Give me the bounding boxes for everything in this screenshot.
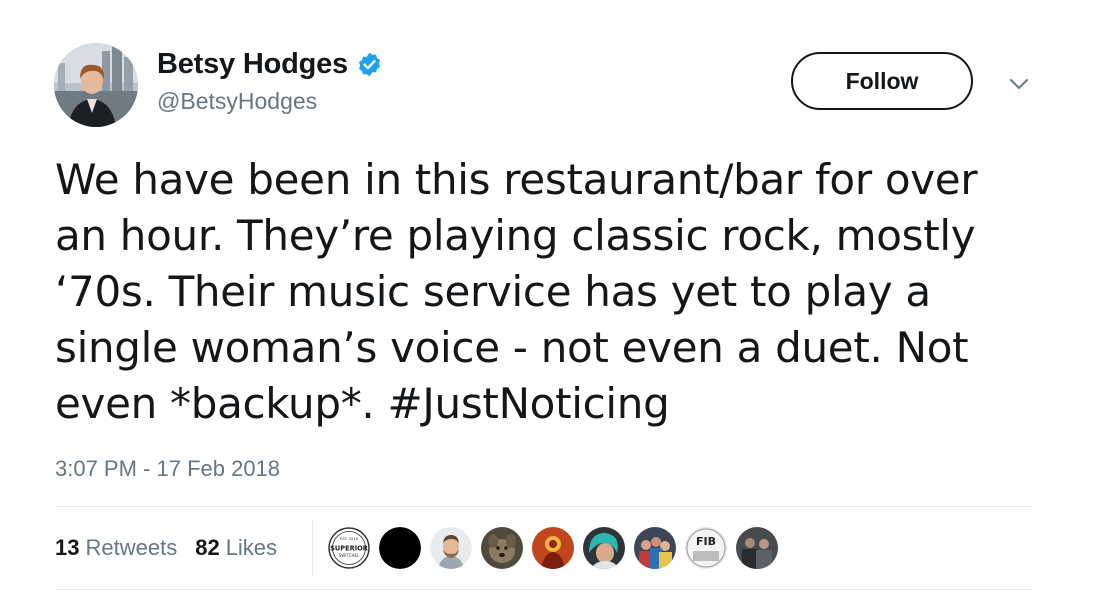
author-handle[interactable]: @BetsyHodges [157, 88, 317, 115]
group-photo-avatar-icon[interactable] [634, 527, 676, 569]
teal-hair-avatar-icon[interactable] [583, 527, 625, 569]
tweet-text: We have been in this restaurant/bar for … [55, 152, 1045, 432]
hashtag-link[interactable]: #JustNoticing [388, 379, 670, 428]
superior-badge-sub: SWITCHEL [339, 553, 360, 558]
likes-stat[interactable]: 82 Likes [195, 535, 277, 561]
tweet-text-last-line: even *backup*. #JustNoticing [55, 376, 1045, 432]
tweet-text-line: ‘70s. Their music service has yet to pla… [55, 267, 931, 316]
superior-badge-main: SUPERIOR [330, 545, 368, 553]
follow-button[interactable]: Follow [791, 52, 973, 110]
superior-badge-top: EST. 2016 [340, 537, 358, 541]
retweets-stat[interactable]: 13 Retweets [55, 535, 177, 561]
tweet-text-line: single woman’s voice - not even a duet. … [55, 323, 969, 372]
tweet-timestamp[interactable]: 3:07 PM - 17 Feb 2018 [55, 456, 280, 482]
divider [55, 506, 1033, 507]
retweets-count: 13 [55, 535, 80, 560]
man-photo-avatar-icon[interactable] [430, 527, 472, 569]
fib-badge-main: FIB [696, 535, 716, 548]
dog-photo-avatar-icon[interactable] [481, 527, 523, 569]
orange-art-avatar-icon[interactable] [532, 527, 574, 569]
tweet-stats: 13 Retweets 82 Likes [55, 535, 277, 561]
liker-avatars: EST. 2016 SUPERIOR SWITCHEL FIB [328, 527, 778, 569]
dark-photo-avatar-icon[interactable] [736, 527, 778, 569]
divider [55, 589, 1033, 590]
author-avatar[interactable] [54, 43, 138, 127]
likes-count: 82 [195, 535, 220, 560]
more-options-button[interactable] [1004, 70, 1034, 98]
retweets-label: Retweets [85, 535, 178, 560]
black-circle-avatar-icon[interactable] [379, 527, 421, 569]
likes-label: Likes [225, 535, 278, 560]
tweet-text-line: We have been in this restaurant/bar for … [55, 155, 978, 204]
stats-divider [312, 520, 313, 576]
author-name-row[interactable]: Betsy Hodges [157, 48, 383, 81]
tweet-text-line: even *backup*. [55, 379, 388, 428]
author-display-name[interactable]: Betsy Hodges [157, 48, 348, 81]
author-photo [54, 43, 138, 127]
fib-logo-avatar-icon[interactable]: FIB [685, 527, 727, 569]
chevron-down-icon [1010, 79, 1028, 89]
tweet-text-line: an hour. They’re playing classic rock, m… [55, 211, 976, 260]
superior-switchel-logo-icon[interactable]: EST. 2016 SUPERIOR SWITCHEL [328, 527, 370, 569]
verified-badge-icon [358, 52, 381, 77]
